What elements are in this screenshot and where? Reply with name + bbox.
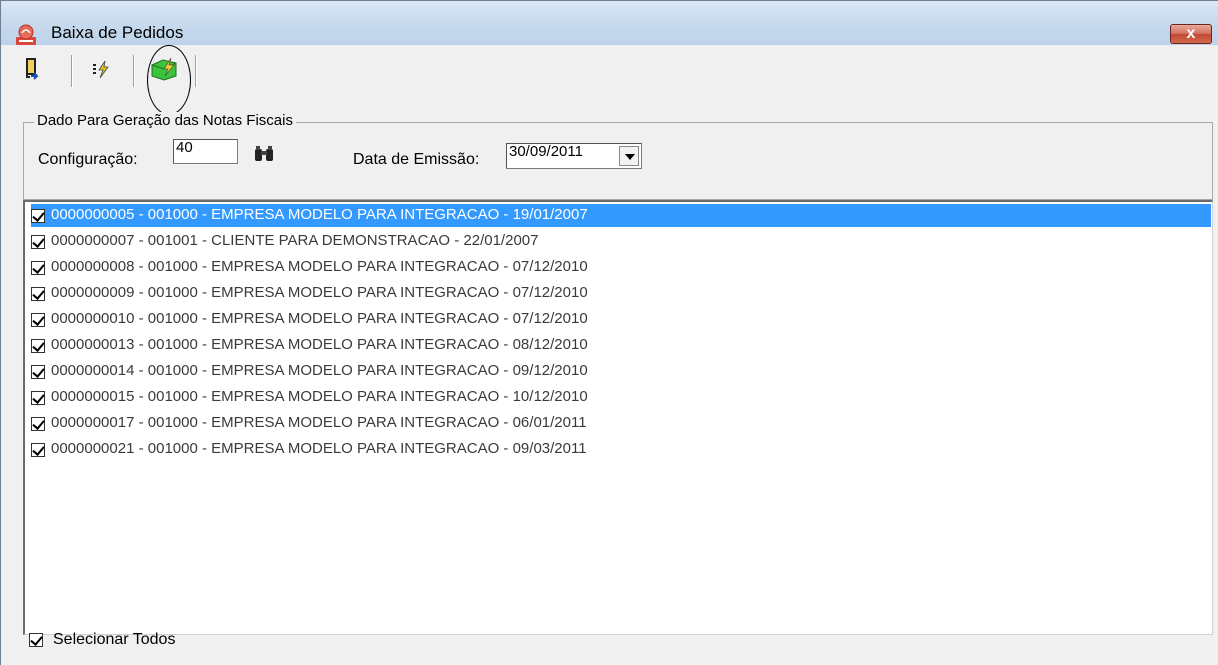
config-label: Configuração: xyxy=(38,151,138,168)
toolbar-separator xyxy=(71,55,73,87)
toolbar xyxy=(1,45,1218,115)
list-item[interactable]: 0000000017 - 001000 - EMPRESA MODELO PAR… xyxy=(31,412,1211,435)
issue-date-label: Data de Emissão: xyxy=(353,151,480,168)
item-text: 0000000015 - 001000 - EMPRESA MODELO PAR… xyxy=(51,388,588,405)
item-text: 0000000009 - 001000 - EMPRESA MODELO PAR… xyxy=(51,284,588,301)
list-item[interactable]: 0000000008 - 001000 - EMPRESA MODELO PAR… xyxy=(31,256,1211,279)
item-checkbox[interactable] xyxy=(31,313,45,327)
orders-list[interactable]: 0000000005 - 001000 - EMPRESA MODELO PAR… xyxy=(23,200,1213,635)
exit-button[interactable] xyxy=(17,53,57,87)
list-item[interactable]: 0000000015 - 001000 - EMPRESA MODELO PAR… xyxy=(31,386,1211,409)
issue-date-value: 30/09/2011 xyxy=(509,143,583,160)
item-checkbox[interactable] xyxy=(31,417,45,431)
list-item[interactable]: 0000000005 - 001000 - EMPRESA MODELO PAR… xyxy=(31,204,1211,227)
toolbar-separator xyxy=(133,55,135,87)
client-area: Dado Para Geração das Notas Fiscais Conf… xyxy=(1,45,1218,665)
item-text: 0000000014 - 001000 - EMPRESA MODELO PAR… xyxy=(51,362,588,379)
select-all-checkbox[interactable] xyxy=(29,633,43,647)
select-all-label[interactable]: Selecionar Todos xyxy=(53,631,175,649)
item-checkbox[interactable] xyxy=(31,261,45,275)
app-icon xyxy=(14,23,38,47)
list-item[interactable]: 0000000007 - 001001 - CLIENTE PARA DEMON… xyxy=(31,230,1211,253)
list-item[interactable]: 0000000009 - 001000 - EMPRESA MODELO PAR… xyxy=(31,282,1211,305)
item-text: 0000000021 - 001000 - EMPRESA MODELO PAR… xyxy=(51,440,587,457)
item-text: 0000000017 - 001000 - EMPRESA MODELO PAR… xyxy=(51,414,587,431)
item-text: 0000000007 - 001001 - CLIENTE PARA DEMON… xyxy=(51,232,539,249)
binoculars-icon[interactable] xyxy=(253,145,275,167)
config-input[interactable]: 40 xyxy=(173,139,238,164)
item-checkbox[interactable] xyxy=(31,287,45,301)
item-checkbox[interactable] xyxy=(31,209,45,223)
item-text: 0000000010 - 001000 - EMPRESA MODELO PAR… xyxy=(51,310,588,327)
list-item[interactable]: 0000000021 - 001000 - EMPRESA MODELO PAR… xyxy=(31,438,1211,461)
list-item[interactable]: 0000000014 - 001000 - EMPRESA MODELO PAR… xyxy=(31,360,1211,383)
date-dropdown-button[interactable] xyxy=(619,146,639,166)
item-text: 0000000008 - 001000 - EMPRESA MODELO PAR… xyxy=(51,258,588,275)
title-bar[interactable]: Baixa de Pedidos x xyxy=(1,1,1218,45)
item-text: 0000000013 - 001000 - EMPRESA MODELO PAR… xyxy=(51,336,588,353)
item-checkbox[interactable] xyxy=(31,443,45,457)
item-checkbox[interactable] xyxy=(31,235,45,249)
item-checkbox[interactable] xyxy=(31,391,45,405)
list-item[interactable]: 0000000013 - 001000 - EMPRESA MODELO PAR… xyxy=(31,334,1211,357)
exit-door-icon xyxy=(17,58,47,87)
highlight-annotation xyxy=(147,45,191,115)
item-checkbox[interactable] xyxy=(31,339,45,353)
item-text: 0000000005 - 001000 - EMPRESA MODELO PAR… xyxy=(49,204,590,226)
list-item[interactable]: 0000000010 - 001000 - EMPRESA MODELO PAR… xyxy=(31,308,1211,331)
process-button[interactable] xyxy=(85,53,125,87)
process-icon xyxy=(85,60,115,87)
app-window: Baixa de Pedidos x Dado Para Geração das… xyxy=(0,0,1218,665)
group-title: Dado Para Geração das Notas Fiscais xyxy=(34,112,296,129)
item-checkbox[interactable] xyxy=(31,365,45,379)
window-title: Baixa de Pedidos xyxy=(51,23,184,42)
close-button[interactable]: x xyxy=(1170,24,1212,44)
toolbar-separator xyxy=(195,55,197,87)
